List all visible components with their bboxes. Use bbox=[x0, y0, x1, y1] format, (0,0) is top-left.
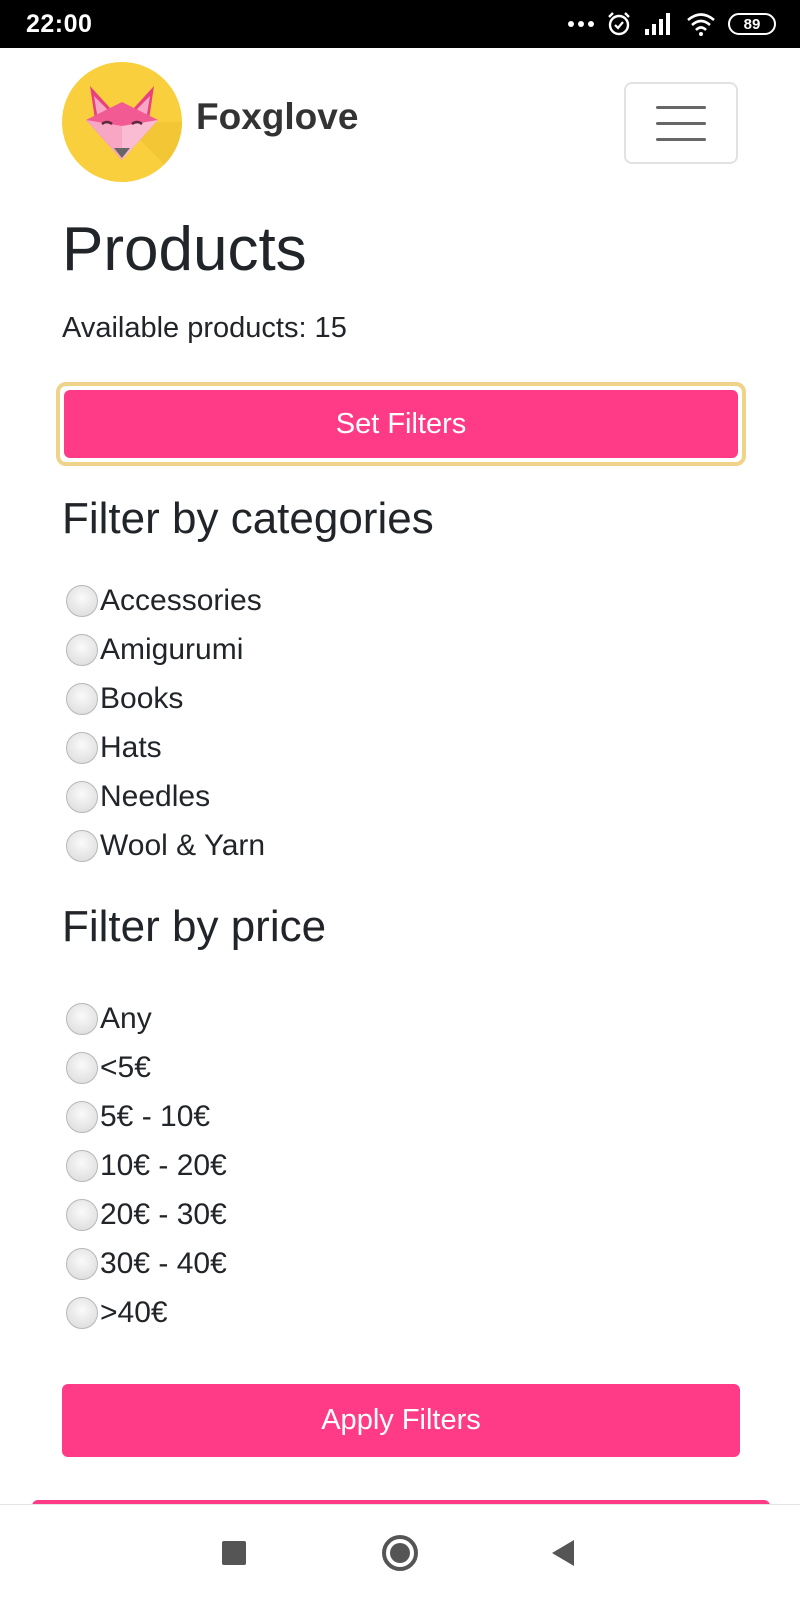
radio-button[interactable] bbox=[66, 682, 98, 715]
category-option[interactable]: Hats bbox=[66, 723, 265, 772]
price-heading: Filter by price bbox=[62, 902, 327, 951]
menu-toggle-button[interactable] bbox=[624, 82, 738, 164]
radio-button[interactable] bbox=[66, 731, 98, 764]
price-option[interactable]: 30€ - 40€ bbox=[66, 1239, 227, 1288]
price-option[interactable]: <5€ bbox=[66, 1043, 227, 1092]
category-option[interactable]: Books bbox=[66, 674, 265, 723]
radio-button[interactable] bbox=[66, 780, 98, 813]
page-title: Products bbox=[62, 215, 307, 284]
radio-button[interactable] bbox=[66, 584, 98, 617]
home-icon[interactable] bbox=[382, 1535, 418, 1571]
radio-button[interactable] bbox=[66, 1100, 98, 1133]
hamburger-icon-line bbox=[656, 105, 706, 109]
recent-apps-icon[interactable] bbox=[222, 1541, 246, 1565]
status-bar: 22:00 89 bbox=[0, 0, 800, 48]
radio-button[interactable] bbox=[66, 633, 98, 666]
radio-button[interactable] bbox=[66, 1247, 98, 1280]
price-radio-list: Any <5€ 5€ - 10€ 10€ - 20€ 20€ - 30€ 30€… bbox=[66, 994, 227, 1337]
radio-button[interactable] bbox=[66, 1149, 98, 1182]
radio-button[interactable] bbox=[66, 829, 98, 862]
available-products-count: Available products: 15 bbox=[62, 312, 347, 344]
price-option[interactable]: 20€ - 30€ bbox=[66, 1190, 227, 1239]
apply-filters-button[interactable]: Apply Filters bbox=[62, 1384, 740, 1457]
brand-logo[interactable] bbox=[62, 62, 182, 182]
radio-button[interactable] bbox=[66, 1198, 98, 1231]
brand-name[interactable]: Foxglove bbox=[196, 96, 358, 138]
radio-button[interactable] bbox=[66, 1296, 98, 1329]
signal-icon bbox=[645, 13, 670, 35]
radio-button[interactable] bbox=[66, 1002, 98, 1035]
alarm-icon bbox=[608, 12, 630, 36]
battery-icon: 89 bbox=[728, 13, 776, 35]
categories-radio-list: Accessories Amigurumi Books Hats Needles… bbox=[66, 576, 265, 870]
hamburger-icon-line bbox=[656, 121, 706, 125]
categories-heading: Filter by categories bbox=[62, 494, 434, 543]
price-option[interactable]: >40€ bbox=[66, 1288, 227, 1337]
price-option[interactable]: Any bbox=[66, 994, 227, 1043]
category-option[interactable]: Accessories bbox=[66, 576, 265, 625]
radio-button[interactable] bbox=[66, 1051, 98, 1084]
hamburger-icon-line bbox=[656, 137, 706, 141]
fox-icon bbox=[86, 86, 182, 182]
more-notifications-icon bbox=[568, 21, 594, 27]
status-time: 22:00 bbox=[26, 10, 93, 38]
set-filters-focus-ring: Set Filters bbox=[56, 382, 746, 466]
set-filters-button[interactable]: Set Filters bbox=[64, 390, 738, 458]
category-option[interactable]: Wool & Yarn bbox=[66, 821, 265, 870]
wifi-icon bbox=[687, 13, 715, 36]
navigation-bar bbox=[0, 1504, 800, 1600]
status-icons: 89 bbox=[568, 10, 776, 38]
category-option[interactable]: Needles bbox=[66, 772, 265, 821]
back-icon[interactable] bbox=[552, 1540, 574, 1566]
price-option[interactable]: 10€ - 20€ bbox=[66, 1141, 227, 1190]
price-option[interactable]: 5€ - 10€ bbox=[66, 1092, 227, 1141]
category-option[interactable]: Amigurumi bbox=[66, 625, 265, 674]
